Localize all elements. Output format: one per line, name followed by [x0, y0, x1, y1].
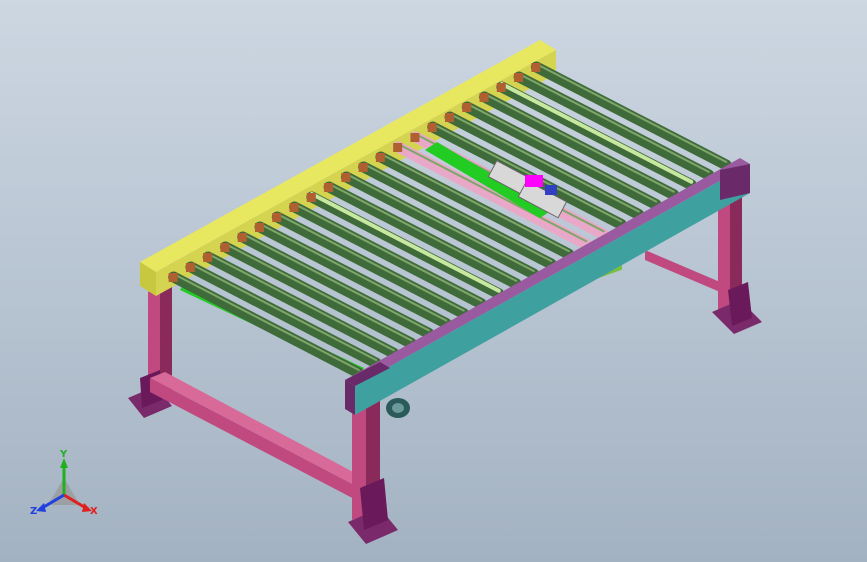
roller-bracket — [445, 113, 454, 122]
drive-wheel[interactable] — [386, 398, 410, 418]
roller-bracket — [358, 163, 368, 172]
roller-bracket — [479, 93, 489, 102]
roller-bracket — [185, 263, 195, 272]
roller-bracket — [272, 213, 282, 222]
triad-x-label: X — [90, 506, 98, 517]
roller-bracket — [324, 183, 334, 192]
roller-bracket — [255, 223, 264, 232]
roller-bracket — [237, 233, 247, 242]
roller-bracket — [306, 193, 316, 202]
triad-z-label: Z — [30, 506, 37, 517]
valve-block[interactable] — [525, 175, 543, 187]
roller-bracket — [496, 83, 506, 92]
triad-y-label: Y — [59, 449, 68, 460]
roller-bracket — [168, 273, 178, 282]
roller-bracket — [427, 123, 437, 132]
roller-bracket — [220, 243, 230, 252]
roller-bracket — [341, 173, 351, 182]
cad-viewport[interactable]: Y X Z — [0, 0, 867, 562]
conveyor-model-view[interactable]: Y X Z — [0, 0, 867, 562]
roller-bracket — [289, 203, 299, 212]
roller-bracket — [203, 253, 213, 262]
roller-bracket — [375, 153, 385, 162]
roller-bracket — [514, 73, 524, 82]
roller-bracket — [462, 103, 472, 112]
roller-bracket — [410, 133, 420, 142]
roller-bracket — [531, 63, 541, 72]
roller-bracket — [393, 143, 403, 152]
